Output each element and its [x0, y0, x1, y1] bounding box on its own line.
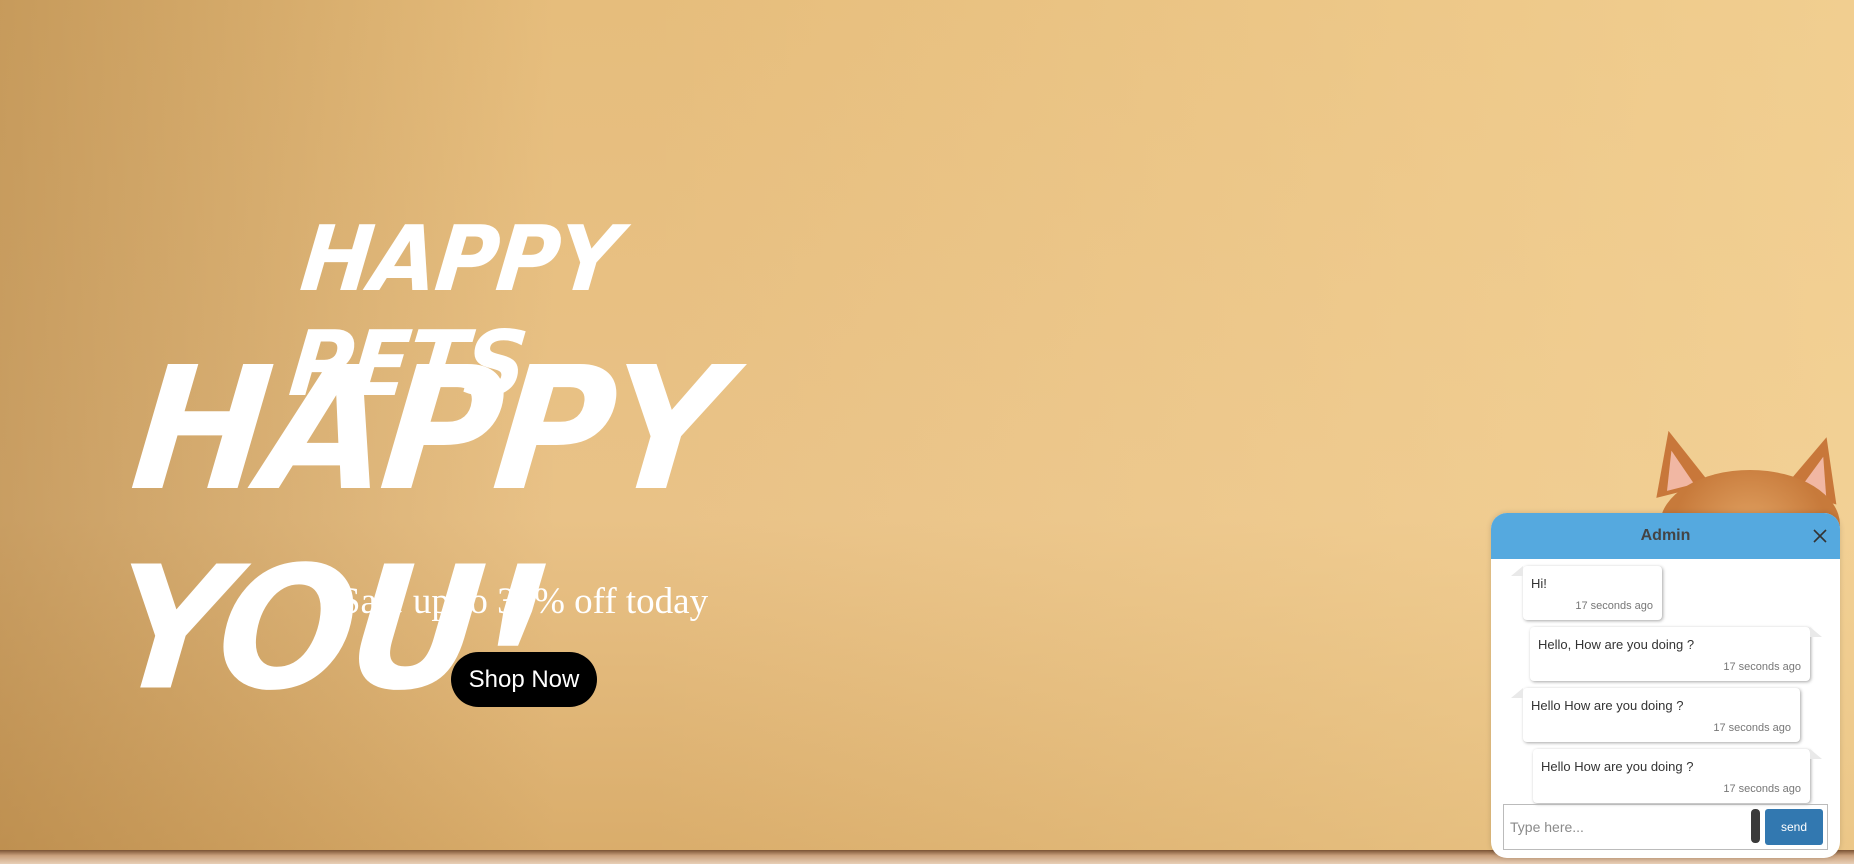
sale-subtitle: Sale up to 30% off today	[339, 581, 709, 622]
chat-widget: Admin Hi! 17 seconds ago Hello, How are …	[1491, 513, 1840, 858]
message-bubble: Hello, How are you doing ? 17 seconds ag…	[1530, 627, 1822, 681]
message-text: Hi!	[1531, 576, 1547, 591]
message-timestamp: 17 seconds ago	[1575, 600, 1653, 612]
message-timestamp: 17 seconds ago	[1723, 661, 1801, 673]
close-icon[interactable]	[1808, 524, 1832, 548]
message-timestamp: 17 seconds ago	[1713, 722, 1791, 734]
chat-input-row: send	[1503, 804, 1828, 850]
chat-message-input[interactable]	[1504, 805, 1750, 849]
message-text: Hello How are you doing ?	[1531, 698, 1684, 713]
message-bubble: Hello How are you doing ? 17 seconds ago	[1533, 749, 1822, 803]
chat-header: Admin	[1491, 513, 1840, 559]
send-button[interactable]: send	[1765, 809, 1823, 845]
message-list[interactable]: Hi! 17 seconds ago Hello, How are you do…	[1491, 559, 1840, 803]
message-bubble: Hi! 17 seconds ago	[1511, 566, 1662, 620]
shop-now-button[interactable]: Shop Now	[451, 652, 597, 707]
message-text: Hello How are you doing ?	[1541, 759, 1694, 774]
input-scrollbar[interactable]	[1751, 809, 1760, 843]
message-timestamp: 17 seconds ago	[1723, 783, 1801, 795]
chat-title: Admin	[1640, 527, 1691, 544]
message-bubble: Hello How are you doing ? 17 seconds ago	[1511, 688, 1800, 742]
message-text: Hello, How are you doing ?	[1538, 637, 1695, 652]
